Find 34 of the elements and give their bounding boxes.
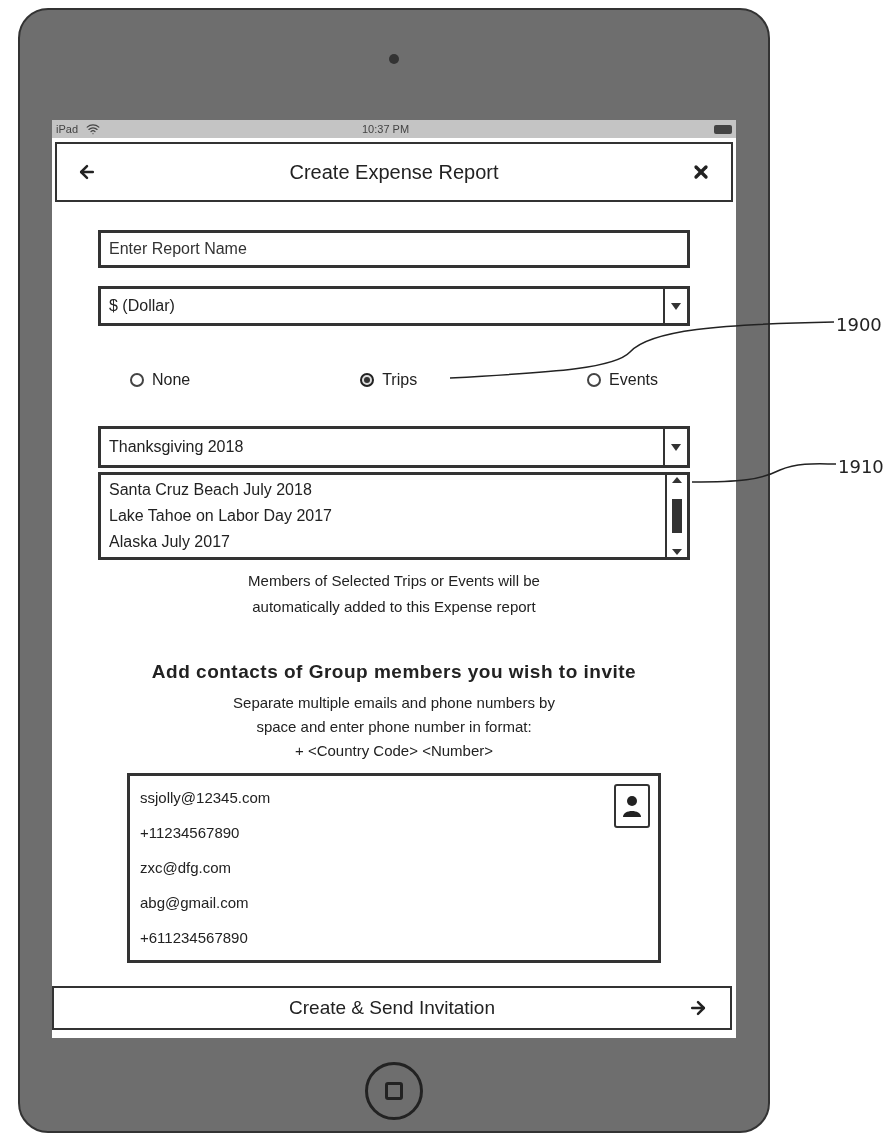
contact-entry: +611234567890 xyxy=(140,927,248,948)
back-button[interactable] xyxy=(77,162,97,182)
reference-number: 1900 xyxy=(836,313,882,337)
wifi-icon xyxy=(86,122,101,136)
scroll-up-icon[interactable] xyxy=(672,477,682,483)
list-option[interactable]: Santa Cruz Beach July 2018 xyxy=(109,477,657,503)
contact-entry: ssjolly@12345.com xyxy=(140,787,271,808)
list-option[interactable]: Lake Tahoe on Labor Day 2017 xyxy=(109,503,657,529)
radio-option[interactable]: Trips xyxy=(360,368,418,392)
trip-dropdown[interactable]: Thanksgiving 2018 xyxy=(98,426,690,468)
contacts-field[interactable]: ssjolly@12345.com +11234567890 zxc@dfg.com abg@gmail.com +611234567890 xyxy=(127,772,661,963)
currency-dropdown[interactable]: $ (Dollar) xyxy=(98,286,690,326)
home-button[interactable] xyxy=(365,1062,423,1120)
carrier-text: iPad xyxy=(56,121,79,137)
status-time: 10:37 PM xyxy=(362,121,410,137)
contact-entry: +11234567890 xyxy=(140,822,240,843)
scroll-thumb[interactable] xyxy=(672,499,682,533)
contact-entry: abg@gmail.com xyxy=(140,892,249,913)
close-button[interactable] xyxy=(691,162,711,182)
radio-option[interactable]: Events xyxy=(587,368,658,392)
arrow-right-icon xyxy=(688,998,708,1018)
reference-number: 1910 xyxy=(838,455,884,479)
battery-icon xyxy=(714,124,732,134)
radio-option[interactable]: None xyxy=(130,368,191,392)
helper-text: Members of Selected Trips or Events will be automatically added to this Expense report xyxy=(247,571,541,617)
section-heading: Add contacts of Group members you wish to invite xyxy=(150,660,638,684)
contact-book-icon[interactable] xyxy=(614,783,650,828)
create-send-button[interactable]: Create & Send Invitation xyxy=(52,986,732,1030)
list-option[interactable]: Alaska July 2017 xyxy=(109,529,657,555)
report-name-field[interactable]: Enter Report Name xyxy=(98,230,690,268)
scroll-down-icon[interactable] xyxy=(672,549,682,555)
header-title: Create Expense Report xyxy=(288,160,500,185)
instructions-text: Separate multiple emails and phone numbers by space and enter phone number in format: + <Country Code> <Number> xyxy=(232,692,556,761)
contact-entry: zxc@dfg.com xyxy=(140,857,232,878)
